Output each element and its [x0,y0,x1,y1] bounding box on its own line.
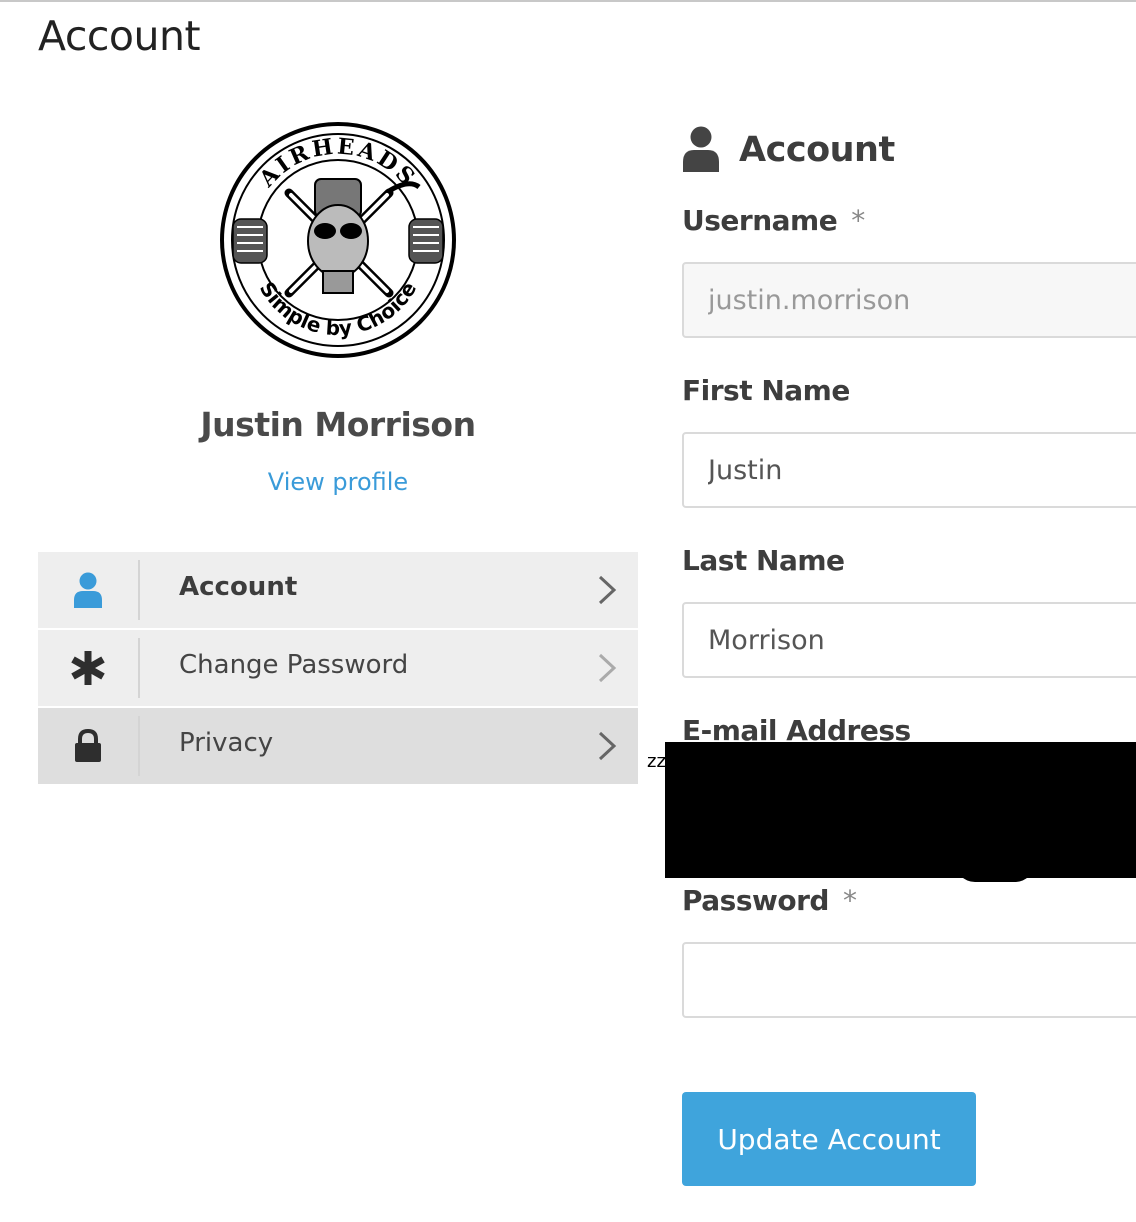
password-label-text: Password [682,884,829,917]
lock-icon [38,708,138,784]
redaction-block [665,742,1136,878]
menu-item-account[interactable]: Account [38,552,638,628]
top-divider [0,0,1136,2]
last-name-field[interactable] [682,602,1136,678]
account-menu: Account Change Password Privacy [38,552,638,786]
menu-item-label: Privacy [179,728,274,758]
first-name-field[interactable] [682,432,1136,508]
required-marker: * [851,204,865,237]
user-icon [38,552,138,628]
menu-item-label: Change Password [179,650,409,680]
username-label-text: Username [682,204,838,237]
user-icon [683,126,719,172]
menu-item-label: Account [179,572,298,602]
username-label: Username * [682,204,865,237]
menu-divider [138,716,140,776]
avatar: AIRHEADS Simple by Choice [220,122,456,358]
view-profile-link[interactable]: View profile [38,468,638,496]
chevron-right-icon [598,731,617,761]
password-field[interactable] [682,942,1136,1018]
menu-divider [138,638,140,698]
chevron-right-icon [598,575,617,605]
redaction-block-edge [955,862,1035,882]
last-name-label: Last Name [682,544,845,577]
form-title: Account [739,130,895,170]
update-account-button[interactable]: Update Account [682,1092,976,1186]
chevron-right-icon [598,653,617,683]
username-field[interactable] [682,262,1136,338]
profile-name: Justin Morrison [200,405,476,444]
required-marker: * [842,884,857,917]
menu-item-change-password[interactable]: Change Password [38,630,638,706]
password-label: Password * [682,884,857,917]
asterisk-icon [38,630,138,706]
first-name-label: First Name [682,374,850,407]
page-title: Account [38,12,201,60]
email-partial-text: zz [647,751,666,772]
menu-divider [138,560,140,620]
menu-item-privacy[interactable]: Privacy [38,708,638,784]
